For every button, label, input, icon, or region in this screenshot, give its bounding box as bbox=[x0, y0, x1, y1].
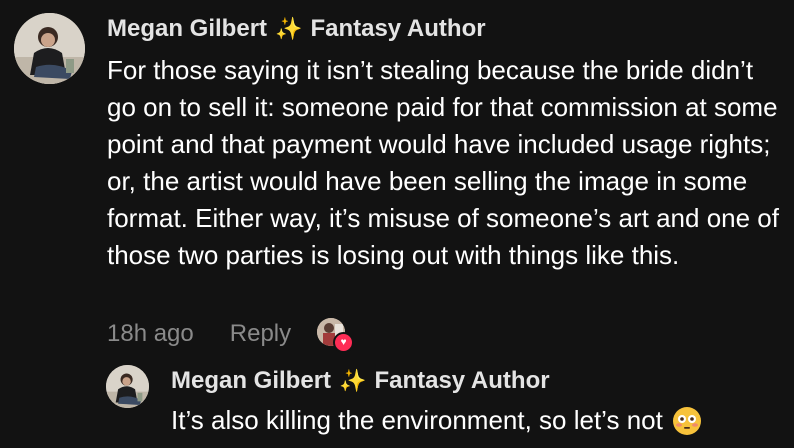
flushed-face-icon bbox=[672, 406, 701, 435]
reply-author-title: Fantasy Author bbox=[374, 367, 550, 394]
reply-header: Megan Gilbert ✨ Fantasy Author bbox=[171, 367, 550, 395]
heart-icon: ♥ bbox=[333, 332, 355, 353]
comment-timestamp: 18h ago bbox=[107, 320, 194, 347]
reply-text: It’s also killing the environment, so le… bbox=[171, 405, 663, 435]
comment-text: For those saying it isn’t stealing becau… bbox=[107, 55, 779, 270]
reply-author-avatar-image bbox=[106, 365, 149, 408]
sparkles-icon: ✨ bbox=[339, 368, 367, 393]
comment-header: Megan Gilbert ✨ Fantasy Author bbox=[107, 15, 486, 43]
reply-text-row: It’s also killing the environment, so le… bbox=[171, 402, 701, 439]
comment-meta: 18h ago Reply ♥ bbox=[107, 318, 355, 353]
sparkles-icon: ✨ bbox=[275, 16, 303, 41]
author-title: Fantasy Author bbox=[310, 15, 486, 42]
author-name[interactable]: Megan Gilbert bbox=[107, 15, 267, 43]
reply-author-avatar[interactable] bbox=[106, 365, 149, 408]
liked-by-creator-badge: ♥ bbox=[317, 318, 355, 353]
author-avatar-image bbox=[14, 13, 85, 84]
author-avatar[interactable] bbox=[14, 13, 85, 84]
reply-button[interactable]: Reply bbox=[230, 320, 291, 348]
reply-author-name[interactable]: Megan Gilbert bbox=[171, 367, 331, 395]
flushed-face-drawing bbox=[673, 407, 700, 434]
